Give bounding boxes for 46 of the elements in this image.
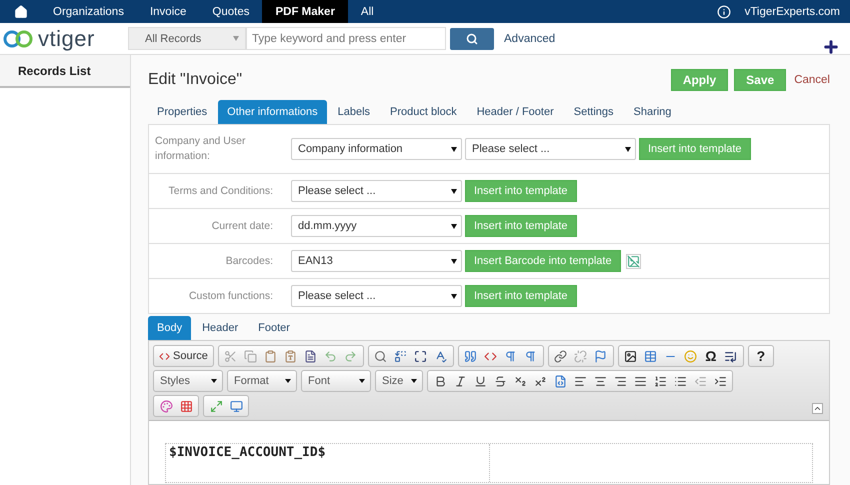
advanced-link[interactable]: Advanced <box>504 32 556 44</box>
site-link[interactable]: vTigerExperts.com <box>730 0 850 23</box>
format-dropdown[interactable]: Styles <box>153 370 223 392</box>
tab[interactable]: Header <box>193 316 248 340</box>
select-field[interactable]: Please select ... <box>291 180 462 202</box>
select-field[interactable]: Company information <box>291 138 462 160</box>
template-variable: $INVOICE_ACCOUNT_ID$ <box>169 445 326 460</box>
field-label: Current date: <box>210 218 274 234</box>
tab[interactable]: Labels <box>328 100 380 124</box>
nav-item[interactable]: Quotes <box>199 0 262 23</box>
nav-item[interactable]: Organizations <box>40 0 137 23</box>
select-field[interactable]: Please select ... <box>291 285 462 307</box>
search-icon <box>466 32 478 44</box>
field-label: Company and User information: <box>154 134 246 164</box>
nav-item[interactable]: All <box>348 0 387 23</box>
cancel-link[interactable]: Cancel <box>794 74 830 86</box>
nav-item[interactable]: Invoice <box>136 0 200 23</box>
logo-text: vtiger <box>38 26 95 52</box>
page-title: Edit "Invoice" <box>148 70 242 88</box>
source-button[interactable]: Source <box>153 345 214 367</box>
tab[interactable]: Other informations <box>218 100 327 124</box>
field-label: Terms and Conditions: <box>168 184 274 198</box>
tab[interactable]: Properties <box>148 100 216 124</box>
tab[interactable]: Header / Footer <box>468 100 563 124</box>
collapse-icon[interactable] <box>812 403 823 414</box>
tab[interactable]: Body <box>148 316 192 340</box>
tab[interactable]: Product block <box>381 100 466 124</box>
code-icon <box>159 350 170 362</box>
tab[interactable]: Settings <box>564 100 622 124</box>
sidebar-title: Records List <box>0 55 130 88</box>
format-dropdown[interactable]: Font <box>301 370 371 392</box>
field-label: Barcodes: <box>224 254 274 268</box>
select-field[interactable]: dd.mm.yyyy <box>291 215 462 237</box>
tab[interactable]: Sharing <box>624 100 680 124</box>
select-field[interactable]: Please select ... <box>465 138 636 160</box>
scope-dropdown[interactable]: All Records <box>128 27 246 50</box>
search-button[interactable] <box>450 28 494 50</box>
format-dropdown[interactable]: Size <box>375 370 423 392</box>
nav-item[interactable]: PDF Maker <box>262 0 348 23</box>
special-character-button[interactable]: Ω <box>700 348 721 364</box>
tab[interactable]: Footer <box>249 316 299 340</box>
add-icon[interactable] <box>822 38 840 56</box>
field-label: Custom functions: <box>188 288 274 304</box>
search-field[interactable]: Type keyword and press enter <box>246 27 446 50</box>
format-dropdown[interactable]: Format <box>227 370 297 392</box>
select-field[interactable]: EAN13 <box>291 250 462 272</box>
